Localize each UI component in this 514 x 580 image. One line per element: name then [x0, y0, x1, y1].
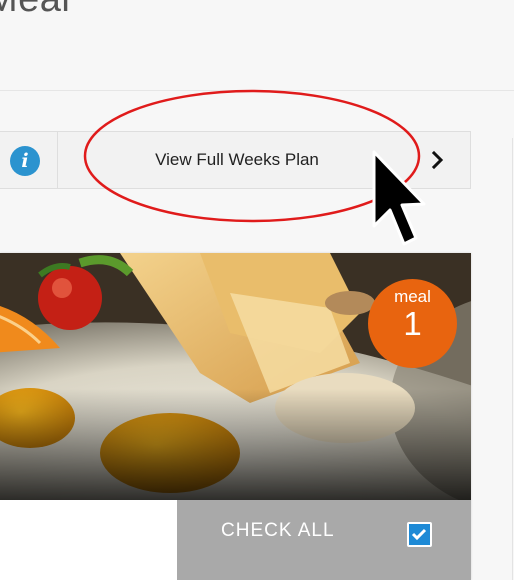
info-button[interactable]: i	[0, 132, 58, 188]
meal-badge-label: meal	[394, 287, 431, 306]
meal-photo: meal 1	[0, 253, 471, 500]
panel-divider	[512, 138, 513, 580]
checkmark-icon	[411, 528, 427, 541]
check-all-button[interactable]: CHECK ALL	[177, 500, 471, 580]
meal-number-badge: meal 1	[368, 279, 457, 368]
chevron-right-icon[interactable]	[428, 147, 448, 173]
meal-badge-number: 1	[403, 305, 422, 342]
info-icon[interactable]: i	[10, 146, 40, 176]
meal-card: meal 1 CHECK ALL	[0, 253, 471, 580]
page-title: Meal	[0, 0, 70, 21]
check-all-checkbox[interactable]	[407, 522, 432, 547]
check-all-label: CHECK ALL	[221, 520, 335, 541]
mouse-cursor	[372, 150, 426, 246]
